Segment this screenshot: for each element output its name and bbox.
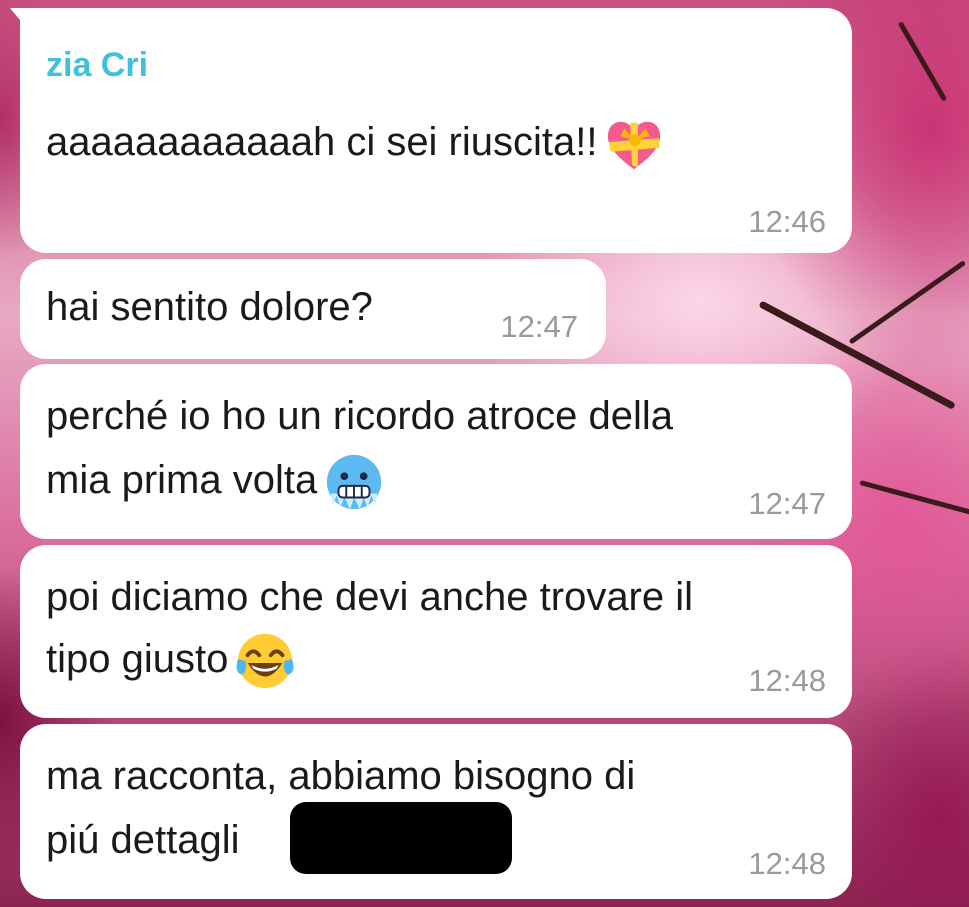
background-branch	[897, 21, 948, 102]
background-branch	[859, 480, 969, 519]
cold-face-icon	[327, 455, 382, 510]
redaction-block	[290, 802, 512, 874]
heart-with-ribbon-icon	[608, 122, 661, 170]
message-timestamp: 12:48	[748, 663, 826, 698]
message-text-line: piú dettagli	[46, 818, 240, 862]
message-timestamp: 12:48	[748, 846, 826, 881]
sender-name[interactable]: zia Cri	[46, 46, 148, 85]
tears-of-joy-icon	[236, 634, 294, 689]
message-bubble[interactable]: poi diciamo che devi anche trovare il ti…	[20, 545, 852, 718]
message-text-line: poi diciamo che devi anche trovare il	[46, 575, 694, 619]
message-text-line: perché io ho un ricordo atroce della	[46, 394, 674, 438]
message-text-line: ma racconta, abbiamo bisogno di	[46, 754, 636, 798]
message-bubble[interactable]: zia Cri aaaaaaaaaaaah ci sei riuscita!! …	[10, 8, 852, 253]
message-bubble[interactable]: perché io ho un ricordo atroce della mia…	[20, 364, 852, 539]
message-timestamp: 12:47	[748, 486, 826, 521]
message-text: mia prima volta	[46, 448, 385, 513]
message-bubble[interactable]: hai sentito dolore? 12:47	[20, 259, 606, 359]
message-text: hai sentito dolore?	[46, 285, 373, 329]
message-timestamp: 12:47	[500, 309, 578, 344]
bubble-tail	[10, 8, 30, 32]
message-timestamp: 12:46	[748, 204, 826, 239]
background-branch	[848, 260, 967, 345]
message-text: aaaaaaaaaaaah ci sei riuscita!!	[46, 110, 665, 175]
message-text: tipo giusto	[46, 627, 296, 692]
message-bubble[interactable]: ma racconta, abbiamo bisogno di piú dett…	[20, 724, 852, 899]
